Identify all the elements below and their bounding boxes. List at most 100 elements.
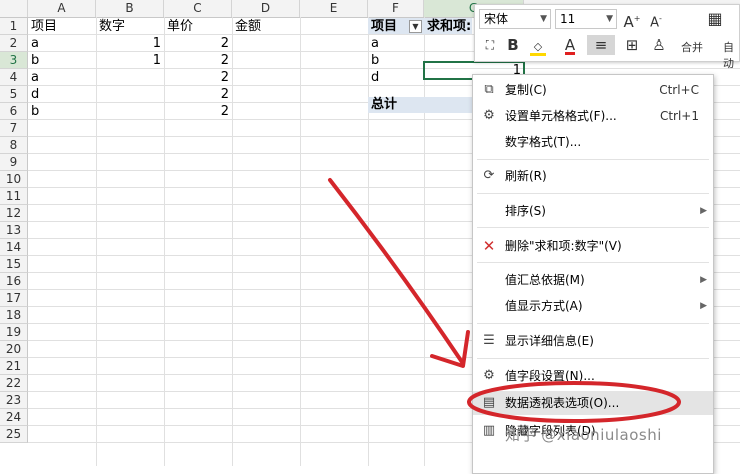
row-header-20[interactable]: 20 [0,341,28,358]
cell-c5[interactable]: 2 [164,86,232,103]
column-header-d[interactable]: D [232,0,300,17]
row-header-15[interactable]: 15 [0,256,28,273]
menu-item-summarize-by[interactable]: 值汇总依据(M) ▶ [473,268,713,292]
menu-separator [477,193,709,194]
cell-c4[interactable]: 2 [164,69,232,86]
menu-separator [477,262,709,263]
cell-a1[interactable]: 项目 [28,18,96,35]
copy-icon: ⧉ [484,82,494,97]
cell-a3[interactable]: b [28,52,96,69]
autosum-button[interactable]: 自动 [723,39,739,71]
merge-button[interactable]: 合并 [681,39,703,55]
column-header-f[interactable]: F [368,0,424,17]
cell-b2[interactable]: 1 [96,35,164,52]
menu-item-label: 值字段设置(N)... [505,369,595,383]
cell-c2[interactable]: 2 [164,35,232,52]
row-header-5[interactable]: 5 [0,86,28,103]
font-name-select[interactable]: 宋体 ▼ [479,9,551,29]
cell-c1[interactable]: 单价 [164,18,232,35]
menu-item-show-values-as[interactable]: 值显示方式(A) ▶ [473,294,713,318]
menu-item-label: 值汇总依据(M) [505,273,585,287]
pivot-row-b[interactable]: b [368,52,424,69]
column-header-e[interactable]: E [300,0,368,17]
row-header-22[interactable]: 22 [0,375,28,392]
font-size-value: 11 [560,12,576,26]
format-painter-icon[interactable]: ⛶ [479,35,501,55]
row-header-3[interactable]: 3 [0,52,28,69]
row-header-25[interactable]: 25 [0,426,28,443]
row-header-21[interactable]: 21 [0,358,28,375]
chevron-down-icon: ▼ [540,14,547,24]
grow-superscript: + [633,14,641,23]
pivot-header-sum[interactable]: 求和项: [424,18,474,35]
menu-item-sort[interactable]: 排序(S) ▶ [473,199,713,223]
menu-item-label: 数字格式(T)... [505,135,582,149]
fill-color-button[interactable]: ◇ [525,35,551,56]
menu-item-value-field-settings[interactable]: ⚙ 值字段设置(N)... [473,364,713,388]
clear-format-icon[interactable]: ♙ [649,35,669,55]
row-header-17[interactable]: 17 [0,290,28,307]
grow-font-button[interactable]: A+ [621,9,643,32]
menu-item-number-format[interactable]: 数字格式(T)... [473,130,713,154]
pivot-filter-dropdown-icon[interactable]: ▼ [409,20,422,33]
row-header-19[interactable]: 19 [0,324,28,341]
menu-separator [477,323,709,324]
chevron-down-icon: ▼ [606,14,613,24]
font-size-select[interactable]: 11 ▼ [555,9,617,29]
refresh-icon: ⟳ [483,168,495,183]
row-header-9[interactable]: 9 [0,154,28,171]
cell-b1[interactable]: 数字 [96,18,164,35]
font-color-button[interactable]: A [557,35,583,55]
align-center-button[interactable]: ≡ [587,35,615,55]
row-header-23[interactable]: 23 [0,392,28,409]
shrink-superscript: - [659,14,662,23]
menu-item-delete-field[interactable]: ✕ 删除"求和项:数字"(V) [473,234,713,258]
close-icon: ✕ [482,237,496,255]
pivot-row-d[interactable]: d [368,69,424,86]
row-header-24[interactable]: 24 [0,409,28,426]
cell-d1[interactable]: 金额 [232,18,300,35]
row-header-1[interactable]: 1 [0,18,28,35]
bold-button[interactable]: B [503,35,523,55]
menu-item-shortcut: Ctrl+1 [659,109,699,123]
menu-item-pivot-options[interactable]: ▤ 数据透视表选项(O)... [473,391,713,415]
cell-a6[interactable]: b [28,103,96,120]
row-header-12[interactable]: 12 [0,205,28,222]
border-icon[interactable]: ⊞ [619,35,645,55]
row-header-8[interactable]: 8 [0,137,28,154]
menu-separator [477,159,709,160]
row-header-11[interactable]: 11 [0,188,28,205]
pivot-header-item[interactable]: 项目 [368,18,408,35]
menu-item-format-cells[interactable]: ⚙ 设置单元格格式(F)... Ctrl+1 [473,104,713,128]
row-header-10[interactable]: 10 [0,171,28,188]
row-header-16[interactable]: 16 [0,273,28,290]
cell-b3[interactable]: 1 [96,52,164,69]
row-header-13[interactable]: 13 [0,222,28,239]
shrink-font-button[interactable]: A- [645,9,667,33]
cell-a2[interactable]: a [28,35,96,52]
cell-c6[interactable]: 2 [164,103,232,120]
menu-item-show-details[interactable]: ☰ 显示详细信息(E) [473,329,713,353]
font-color-icon: A [564,36,576,55]
menu-item-refresh[interactable]: ⟳ 刷新(R) [473,164,713,188]
column-header-c[interactable]: C [164,0,232,17]
row-header-7[interactable]: 7 [0,120,28,137]
table-style-icon[interactable]: ▦ [697,9,733,29]
column-header-b[interactable]: B [96,0,164,17]
cell-a4[interactable]: a [28,69,96,86]
row-header-18[interactable]: 18 [0,307,28,324]
cell-a5[interactable]: d [28,86,96,103]
menu-item-copy[interactable]: ⧉ 复制(C) Ctrl+C [473,78,713,102]
pivot-total-label[interactable]: 总计 [368,96,424,113]
row-header-14[interactable]: 14 [0,239,28,256]
row-header-4[interactable]: 4 [0,69,28,86]
menu-item-label: 数据透视表选项(O)... [505,396,620,410]
field-settings-icon: ⚙ [483,368,495,383]
row-header-6[interactable]: 6 [0,103,28,120]
row-header-2[interactable]: 2 [0,35,28,52]
column-header-a[interactable]: A [28,0,96,17]
select-all-corner[interactable] [0,0,28,17]
cell-c3[interactable]: 2 [164,52,232,69]
pivot-row-a[interactable]: a [368,35,424,52]
menu-item-label: 排序(S) [505,204,546,218]
